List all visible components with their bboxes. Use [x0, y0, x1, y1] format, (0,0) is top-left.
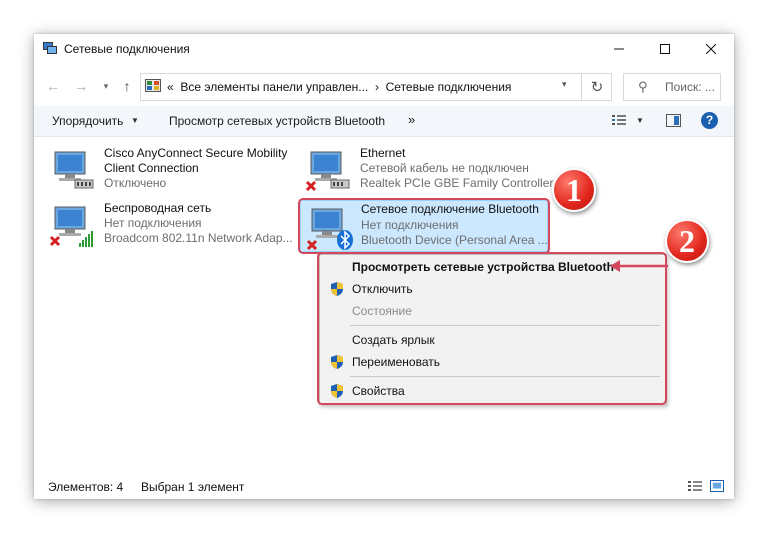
window-title: Сетевые подключения: [64, 42, 190, 56]
annotation-highlight-bluetooth: [298, 198, 550, 254]
maximize-button[interactable]: [642, 34, 688, 64]
connection-name: Ethernet: [360, 146, 406, 160]
address-bar[interactable]: « Все элементы панели управлен... › Сете…: [140, 73, 612, 101]
connection-item-ethernet[interactable]: Ethernet Сетевой кабель не подключен Rea…: [300, 144, 554, 196]
command-bar: Упорядочить ▼ Просмотр сетевых устройств…: [34, 106, 734, 137]
connection-name-line2: Client Connection: [104, 161, 199, 175]
search-input[interactable]: ⚲ Поиск: ...: [623, 73, 721, 101]
view-chevron-icon[interactable]: ▼: [636, 116, 644, 125]
help-icon[interactable]: ?: [701, 112, 718, 129]
minimize-icon: [614, 48, 624, 50]
annotation-badge-2: 2: [665, 219, 709, 263]
back-arrow-icon[interactable]: ←: [44, 77, 62, 95]
breadcrumb-current[interactable]: Сетевые подключения: [386, 80, 512, 94]
organize-chevron-icon[interactable]: ▼: [131, 116, 139, 125]
title-bar: Сетевые подключения: [34, 34, 734, 64]
breadcrumb-parent[interactable]: Все элементы панели управлен...: [180, 80, 368, 94]
connection-status: Отключено: [104, 176, 167, 190]
preview-pane-icon[interactable]: [666, 114, 681, 127]
control-panel-icon: [145, 79, 161, 92]
connection-name: Беспроводная сеть: [104, 201, 212, 215]
status-bar: Элементов: 4 Выбран 1 элемент: [34, 477, 734, 499]
connection-status: Сетевой кабель не подключен: [360, 161, 529, 175]
breadcrumb-separator[interactable]: ›: [375, 80, 379, 94]
search-icon: ⚲: [638, 79, 648, 94]
close-button[interactable]: [688, 34, 734, 64]
navigation-bar: ← → ▾ ↑ « Все элементы панели управлен..…: [34, 68, 734, 102]
network-adapter-icon: [54, 151, 94, 189]
annotation-highlight-menu: [317, 252, 667, 405]
annotation-arrow-icon: [610, 260, 668, 272]
more-commands-button[interactable]: »: [408, 112, 415, 127]
connection-name: Cisco AnyConnect Secure Mobility: [104, 146, 288, 160]
address-history-chevron-icon[interactable]: ▾: [562, 79, 567, 90]
large-icons-view-icon[interactable]: [710, 480, 724, 492]
search-placeholder: Поиск: ...: [665, 80, 715, 94]
wireless-adapter-icon: [49, 206, 93, 247]
explorer-window: Сетевые подключения ← → ▾ ↑ « Все элемен…: [34, 34, 734, 499]
annotation-badge-1: 1: [552, 168, 596, 212]
maximize-icon: [660, 44, 670, 54]
organize-button[interactable]: Упорядочить: [52, 114, 123, 128]
item-count: Элементов: 4: [48, 480, 124, 494]
connection-status: Нет подключения: [104, 216, 202, 230]
ethernet-adapter-icon: [305, 151, 350, 192]
connection-item-cisco[interactable]: Cisco AnyConnect Secure Mobility Client …: [44, 144, 304, 196]
forward-arrow-icon[interactable]: →: [72, 77, 90, 95]
up-arrow-icon[interactable]: ↑: [118, 77, 136, 95]
selection-count: Выбран 1 элемент: [141, 480, 245, 494]
refresh-icon[interactable]: ↻: [581, 74, 612, 100]
close-icon: [706, 44, 716, 54]
breadcrumb: « Все элементы панели управлен... › Сете…: [167, 80, 511, 94]
details-view-icon[interactable]: [688, 480, 702, 492]
connection-item-wireless[interactable]: Беспроводная сеть Нет подключения Broadc…: [44, 199, 304, 251]
minimize-button[interactable]: [596, 34, 642, 64]
recent-locations-chevron-icon[interactable]: ▾: [97, 77, 115, 95]
connection-device: Broadcom 802.11n Network Adap...: [104, 231, 293, 245]
breadcrumb-overflow[interactable]: «: [167, 80, 174, 94]
connection-device: Realtek PCIe GBE Family Controller: [360, 176, 554, 190]
change-view-icon[interactable]: [612, 114, 626, 127]
network-connections-icon: [43, 42, 57, 54]
view-bluetooth-devices-button[interactable]: Просмотр сетевых устройств Bluetooth: [169, 114, 385, 128]
